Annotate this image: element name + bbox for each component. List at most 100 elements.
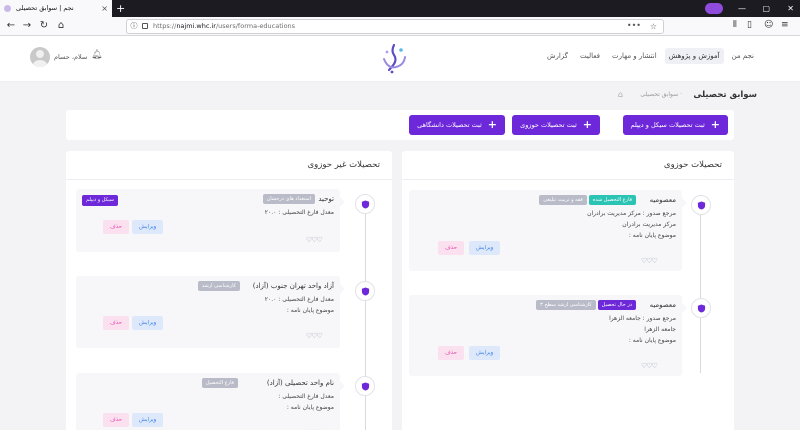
page-title: سوابق تحصیلی bbox=[693, 90, 757, 100]
edit-button[interactable]: ویرایش bbox=[469, 346, 501, 360]
najm-logo[interactable] bbox=[378, 41, 410, 75]
forward-icon[interactable]: → bbox=[20, 19, 34, 33]
timeline-line bbox=[700, 203, 701, 373]
delete-button[interactable]: حذف bbox=[103, 220, 129, 234]
card-line: مرجع صدور : جامعه الزهرا bbox=[609, 315, 676, 322]
edit-button[interactable]: ویرایش bbox=[132, 220, 164, 234]
status-badge: فارغ التحصیل شده bbox=[588, 195, 636, 205]
add-seminary-button[interactable]: +ثبت تحصیلات سیکل و دیپلم bbox=[622, 115, 728, 135]
card-line: معدل فارغ التحصیلی : ۲۰.۰ bbox=[264, 296, 334, 303]
non-hawza-card-3: نام واحد تحصیلی (آزاد) فارغ التحصیل معدل… bbox=[76, 373, 345, 430]
minimize-icon[interactable]: — bbox=[738, 0, 746, 17]
maximize-icon[interactable]: ▢ bbox=[762, 0, 770, 17]
card-title: آزاد واحد تهران جنوب (آزاد) bbox=[252, 282, 334, 290]
shield-icon bbox=[361, 287, 370, 296]
card-title: توحید bbox=[318, 195, 334, 203]
menu-item-activity[interactable]: فعالیت bbox=[576, 48, 604, 64]
timeline-node bbox=[355, 194, 375, 214]
card-title: معصومیه bbox=[649, 196, 676, 204]
status-badge: در حال تحصیل bbox=[597, 300, 636, 310]
url-bar[interactable]: ⓘ https://najmi.whc.ir/users/forma-educa… bbox=[126, 19, 664, 34]
browser-navbar: ← → ↻ ⌂ ⓘ https://najmi.whc.ir/users/for… bbox=[0, 17, 800, 36]
breadcrumb[interactable]: سوابق تحصیلی · bbox=[640, 91, 682, 98]
add-university-button[interactable]: +ثبت تحصیلات دانشگاهی bbox=[409, 115, 505, 135]
edit-button[interactable]: ویرایش bbox=[132, 316, 164, 330]
library-icon[interactable]: ⫴ bbox=[733, 18, 737, 33]
private-mask-icon bbox=[705, 3, 723, 14]
main-menu: نجم من آموزش و پژوهش انتشار و مهارت فعال… bbox=[543, 48, 758, 64]
divider bbox=[402, 179, 734, 180]
field-badge: فقه و تربیت تبلیغی bbox=[539, 195, 587, 205]
plus-icon: + bbox=[487, 118, 497, 131]
shield-icon bbox=[697, 201, 706, 210]
browser-tabbar: نجم | سوابق تحصیلی × + — ▢ ✕ bbox=[0, 0, 800, 17]
card-line: معدل فارغ التحصیلی : bbox=[278, 393, 334, 400]
rating-hearts-icon: ♡♡♡ bbox=[306, 236, 323, 244]
close-tab-icon[interactable]: × bbox=[101, 0, 108, 17]
card-badges: در حال تحصیل کارشناسی ارشد سطح ۳ bbox=[536, 300, 636, 310]
new-tab-icon[interactable]: + bbox=[116, 0, 125, 17]
account-icon[interactable]: ☺ bbox=[764, 18, 773, 33]
hawza-card-1: معصومیه فارغ التحصیل شده فقه و تربیت تبل… bbox=[409, 190, 687, 271]
delete-button[interactable]: حذف bbox=[438, 346, 464, 360]
divider bbox=[66, 179, 392, 180]
shield-icon bbox=[361, 200, 370, 209]
menu-item-my-najm[interactable]: نجم من bbox=[728, 48, 758, 64]
hawza-panel-title: تحصیلات حوزوی bbox=[663, 160, 722, 170]
non-hawza-panel-title: تحصیلات غیر حوزوی bbox=[307, 160, 380, 170]
hawza-panel: تحصیلات حوزوی معصومیه فارغ التحصیل شده ف… bbox=[402, 151, 734, 430]
non-hawza-card-1: توحید استعداد های درخشان سیکل و دیپلم مع… bbox=[76, 189, 345, 252]
back-icon[interactable]: ← bbox=[4, 19, 18, 33]
menu-item-education[interactable]: آموزش و پژوهش bbox=[664, 48, 724, 64]
delete-button[interactable]: حذف bbox=[438, 241, 464, 255]
greeting-text: سلام، حسام bbox=[54, 53, 88, 61]
delete-button[interactable]: حذف bbox=[103, 413, 129, 427]
menu-item-report[interactable]: گزارش bbox=[543, 48, 572, 64]
avatar[interactable] bbox=[30, 47, 50, 67]
edit-button[interactable]: ویرایش bbox=[469, 241, 501, 255]
browser-tab[interactable]: نجم | سوابق تحصیلی × bbox=[0, 0, 112, 17]
home-icon[interactable]: ⌂ bbox=[618, 90, 623, 99]
bell-icon[interactable]: 🔔︎ bbox=[91, 50, 102, 60]
action-bar: +ثبت تحصیلات سیکل و دیپلم +ثبت تحصیلات ح… bbox=[66, 110, 734, 140]
page-actions-icon[interactable]: ••• bbox=[627, 20, 641, 32]
field-badge: استعداد های درخشان bbox=[262, 194, 315, 204]
card-line: موضوع پایان نامه : bbox=[628, 337, 676, 344]
plus-icon: + bbox=[582, 118, 592, 131]
card-badges: کارشناسی ارشد bbox=[197, 281, 240, 291]
edit-button[interactable]: ویرایش bbox=[132, 413, 164, 427]
home-browser-icon[interactable]: ⌂ bbox=[54, 19, 68, 33]
lock-icon bbox=[142, 23, 148, 29]
tab-title: نجم | سوابق تحصیلی bbox=[16, 4, 74, 12]
sidebar-icon[interactable]: ▯ bbox=[747, 18, 752, 33]
card-badges: استعداد های درخشان bbox=[262, 194, 315, 204]
hamburger-menu-icon[interactable]: ≡ bbox=[781, 18, 789, 33]
card-line: معدل فارغ التحصیلی : ۲۰.۰ bbox=[264, 209, 334, 216]
shield-info-icon[interactable]: ⓘ bbox=[129, 20, 139, 33]
hawza-card-2: معصومیه در حال تحصیل کارشناسی ارشد سطح ۳… bbox=[409, 295, 687, 376]
field-badge: فارغ التحصیل bbox=[201, 378, 238, 388]
shield-icon bbox=[697, 304, 706, 313]
menu-item-publication[interactable]: انتشار و مهارت bbox=[608, 48, 661, 64]
field-badge: کارشناسی ارشد سطح ۳ bbox=[536, 300, 596, 310]
timeline-node bbox=[691, 195, 711, 215]
timeline-node bbox=[691, 298, 711, 318]
reload-icon[interactable]: ↻ bbox=[37, 19, 51, 33]
add-hawza-button[interactable]: +ثبت تحصیلات حوزوی bbox=[512, 115, 600, 135]
card-line: مرکز مدیریت برادران bbox=[622, 221, 676, 228]
non-hawza-panel: تحصیلات غیر حوزوی توحید استعداد های درخش… bbox=[66, 151, 392, 430]
timeline-node bbox=[355, 376, 375, 396]
bookmark-star-icon[interactable]: ☆ bbox=[650, 20, 657, 33]
timeline-node bbox=[355, 281, 375, 301]
card-line: موضوع پایان نامه : bbox=[628, 232, 676, 239]
card-line: مرجع صدور : مرکز مدیریت برادران bbox=[587, 210, 676, 217]
close-window-icon[interactable]: ✕ bbox=[787, 0, 794, 17]
non-hawza-card-2: آزاد واحد تهران جنوب (آزاد) کارشناسی ارش… bbox=[76, 276, 345, 348]
site-header: نجم من آموزش و پژوهش انتشار و مهارت فعال… bbox=[0, 36, 800, 82]
url-text: https://najmi.whc.ir/users/forma-educati… bbox=[153, 22, 296, 30]
card-badges: فارغ التحصیل شده فقه و تربیت تبلیغی bbox=[539, 195, 636, 205]
card-line: موضوع پایان نامه : bbox=[286, 307, 334, 314]
delete-button[interactable]: حذف bbox=[103, 316, 129, 330]
card-line: جامعه الزهرا bbox=[644, 326, 676, 333]
plus-icon: + bbox=[710, 118, 720, 131]
